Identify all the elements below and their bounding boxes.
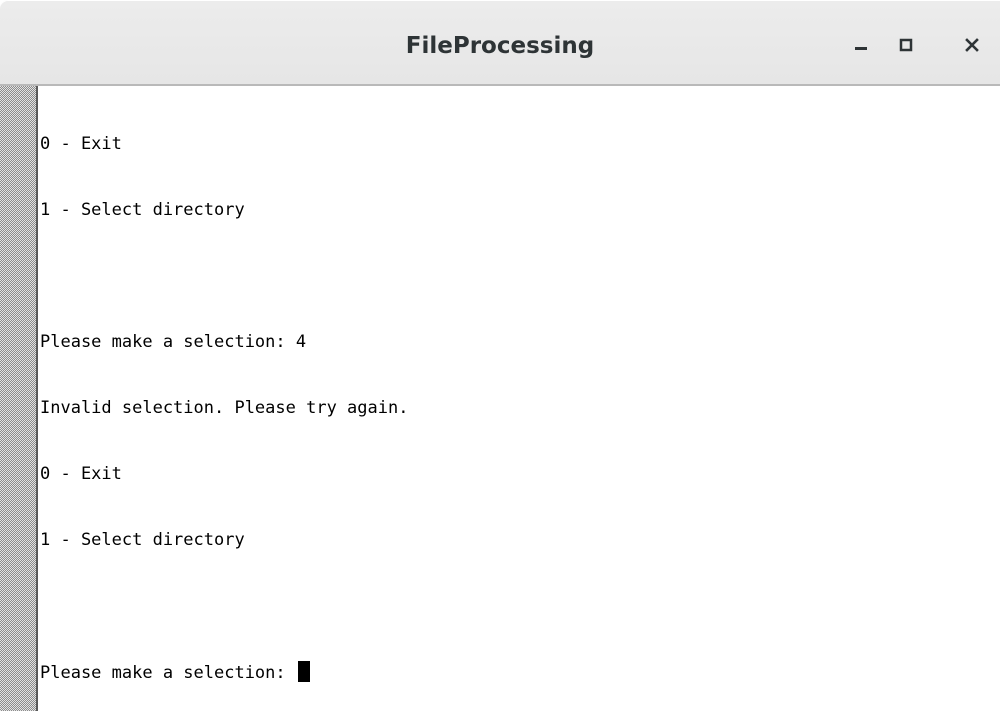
terminal-line: 0 - Exit (40, 134, 122, 154)
terminal-scrollbar[interactable] (0, 86, 36, 711)
terminal-output[interactable]: 0 - Exit 1 - Select directory Please mak… (40, 89, 990, 704)
terminal-line: Invalid selection. Please try again. (40, 398, 409, 418)
scrollbar-edge (36, 86, 38, 711)
terminal-line: 1 - Select directory (40, 530, 245, 550)
minimize-button[interactable] (844, 28, 878, 62)
close-icon (965, 38, 979, 52)
prompt-line[interactable]: Please make a selection: (40, 661, 990, 683)
maximize-icon (899, 38, 913, 52)
app-window: FileProcessing 0 - Exit 1 - Select direc… (0, 0, 1000, 711)
terminal-line: 1 - Select directory (40, 200, 245, 220)
minimize-icon (855, 47, 867, 50)
prompt-label: Please make a selection: (40, 663, 296, 683)
terminal-line: 0 - Exit (40, 464, 122, 484)
maximize-button[interactable] (889, 28, 923, 62)
title-divider (0, 84, 1000, 86)
text-cursor (297, 661, 310, 682)
close-button[interactable] (955, 28, 989, 62)
terminal-line: Please make a selection: 4 (40, 332, 307, 352)
